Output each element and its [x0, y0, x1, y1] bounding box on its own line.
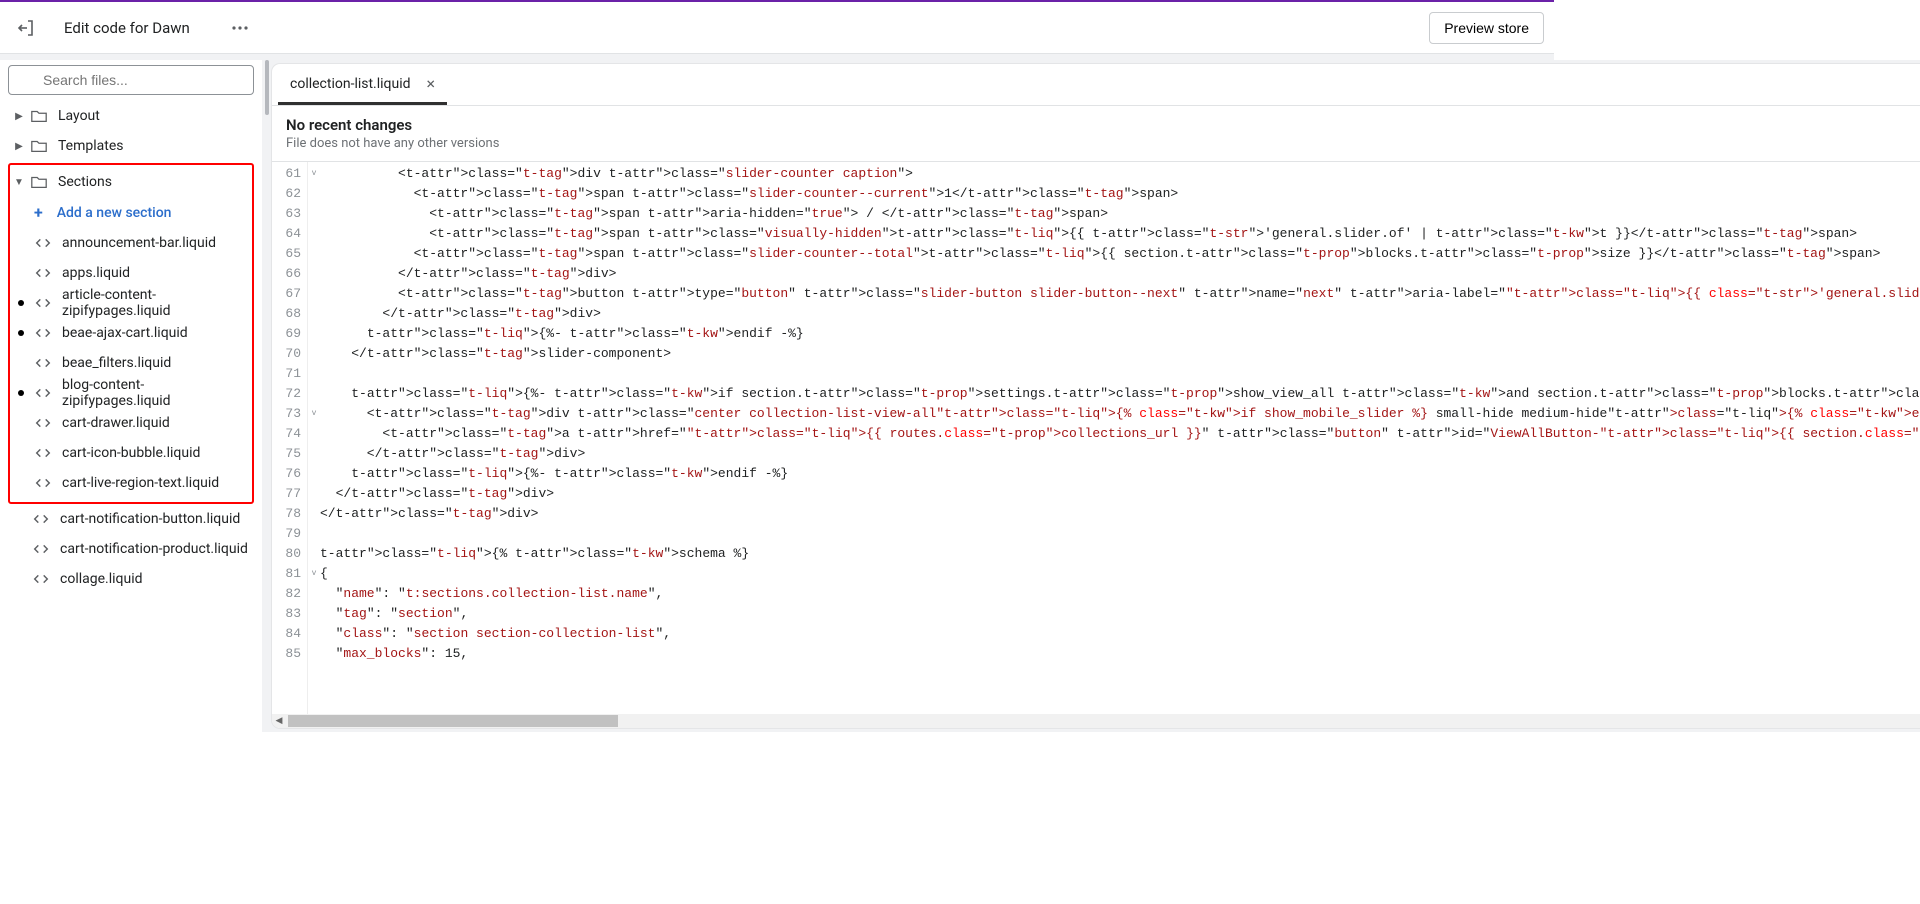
code-file-icon	[34, 354, 52, 372]
exit-icon	[16, 18, 36, 38]
chevron-right-icon: ▶	[12, 111, 26, 122]
file-name-label: cart-notification-button.liquid	[60, 511, 240, 527]
file-name-label: cart-notification-product.liquid	[60, 541, 248, 557]
file-name-label: cart-live-region-text.liquid	[62, 475, 219, 491]
tab-close-icon[interactable]: ×	[427, 76, 436, 92]
code-file-icon	[32, 510, 50, 528]
folder-icon	[30, 137, 48, 155]
code-file-icon	[32, 540, 50, 558]
code-file-icon	[34, 474, 52, 492]
chevron-down-icon: ▼	[12, 177, 26, 188]
file-item[interactable]: apps.liquid	[10, 258, 252, 288]
code-file-icon	[34, 234, 52, 252]
modified-dot-icon	[18, 300, 24, 306]
file-name-label: apps.liquid	[62, 265, 130, 281]
code-file-icon	[34, 264, 52, 282]
folder-sections[interactable]: ▼ Sections	[10, 167, 252, 197]
modified-dot-icon	[18, 390, 24, 396]
code-file-icon	[34, 294, 52, 312]
file-item[interactable]: collage.liquid	[8, 564, 254, 594]
versions-title: No recent changes	[286, 116, 499, 134]
folder-icon	[30, 107, 48, 125]
horizontal-scrollbar[interactable]: ◀ ▶	[272, 714, 1920, 728]
file-name-label: beae-ajax-cart.liquid	[62, 325, 188, 341]
file-name-label: article-content-zipifypages.liquid	[62, 287, 252, 319]
add-new-section[interactable]: + Add a new section	[10, 197, 252, 228]
file-item[interactable]: announcement-bar.liquid	[10, 228, 252, 258]
code-file-icon	[34, 324, 52, 342]
versions-subtitle: File does not have any other versions	[286, 136, 499, 151]
file-sidebar: ▶ Layout ▶ Templates ▼ Sections + Add a …	[0, 60, 262, 732]
fold-gutter: vvv	[308, 162, 320, 714]
chevron-right-icon: ▶	[12, 141, 26, 152]
file-item[interactable]: article-content-zipifypages.liquid	[10, 288, 252, 318]
file-item[interactable]: cart-drawer.liquid	[10, 408, 252, 438]
file-item[interactable]: cart-notification-product.liquid	[8, 534, 254, 564]
file-item[interactable]: cart-notification-button.liquid	[8, 504, 254, 534]
plus-icon: +	[34, 203, 43, 222]
line-number-gutter: 6162636465666768697071727374757677787980…	[272, 162, 308, 714]
file-name-label: cart-drawer.liquid	[62, 415, 170, 431]
app-title: Edit code for Dawn	[64, 19, 190, 37]
folder-layout[interactable]: ▶ Layout	[8, 101, 254, 131]
file-name-label: blog-content-zipifypages.liquid	[62, 377, 252, 409]
more-button[interactable]	[226, 14, 254, 42]
tab-label: collection-list.liquid	[290, 76, 411, 92]
sidebar-resize-handle[interactable]	[262, 60, 272, 732]
file-name-label: announcement-bar.liquid	[62, 235, 216, 251]
file-item[interactable]: cart-icon-bubble.liquid	[10, 438, 252, 468]
file-name-label: cart-icon-bubble.liquid	[62, 445, 200, 461]
file-name-label: collage.liquid	[60, 571, 143, 587]
search-input[interactable]	[8, 65, 254, 95]
code-file-icon	[34, 414, 52, 432]
scroll-left-icon[interactable]: ◀	[272, 714, 286, 728]
file-name-label: beae_filters.liquid	[62, 355, 171, 371]
code-editor[interactable]: 6162636465666768697071727374757677787980…	[272, 162, 1920, 714]
exit-button[interactable]	[10, 12, 42, 44]
modified-dot-icon	[18, 330, 24, 336]
folder-templates[interactable]: ▶ Templates	[8, 131, 254, 161]
code-file-icon	[34, 444, 52, 462]
folder-icon	[30, 173, 48, 191]
code-file-icon	[34, 384, 52, 402]
file-item[interactable]: beae-ajax-cart.liquid	[10, 318, 252, 348]
file-item[interactable]: cart-live-region-text.liquid	[10, 468, 252, 498]
file-item[interactable]: blog-content-zipifypages.liquid	[10, 378, 252, 408]
more-icon	[231, 19, 249, 37]
scroll-thumb[interactable]	[288, 715, 618, 727]
editor-tab[interactable]: collection-list.liquid ×	[278, 66, 447, 105]
preview-store-button[interactable]: Preview store	[1429, 12, 1544, 44]
code-body[interactable]: <t-attr">class="t-tag">div t-attr">class…	[320, 162, 1920, 714]
file-item[interactable]: beae_filters.liquid	[10, 348, 252, 378]
sections-highlight-region: ▼ Sections + Add a new section announcem…	[8, 163, 254, 504]
code-file-icon	[32, 570, 50, 588]
